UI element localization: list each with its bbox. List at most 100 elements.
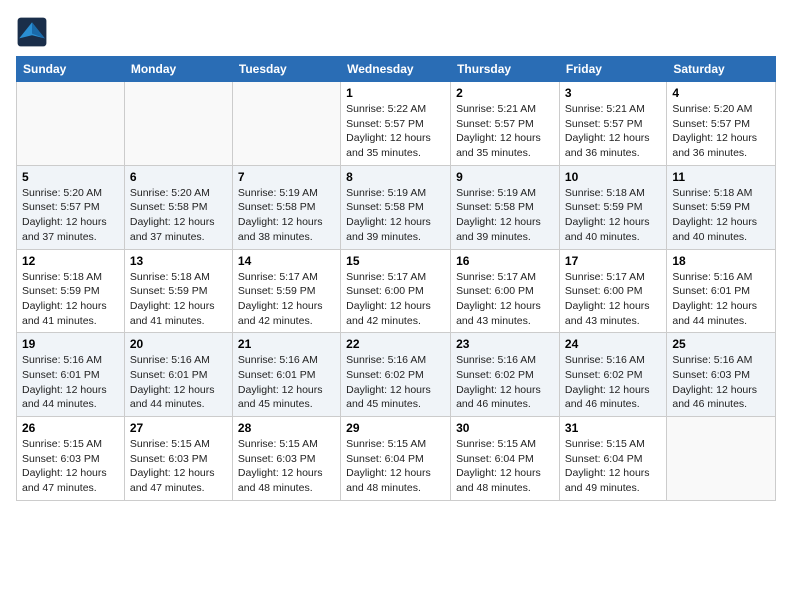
calendar-cell: 10 Sunrise: 5:18 AM Sunset: 5:59 PM Dayli…: [559, 165, 666, 249]
calendar-cell: 22 Sunrise: 5:16 AM Sunset: 6:02 PM Dayli…: [341, 333, 451, 417]
calendar-cell: 24 Sunrise: 5:16 AM Sunset: 6:02 PM Dayli…: [559, 333, 666, 417]
calendar-cell: 23 Sunrise: 5:16 AM Sunset: 6:02 PM Dayli…: [451, 333, 560, 417]
day-info: Sunrise: 5:17 AM Sunset: 6:00 PM Dayligh…: [346, 270, 445, 329]
calendar-cell: 20 Sunrise: 5:16 AM Sunset: 6:01 PM Dayli…: [124, 333, 232, 417]
day-number: 10: [565, 170, 661, 184]
calendar-cell: 13Sunrise: 5:18 AM Sunset: 5:59 PM Dayli…: [124, 249, 232, 333]
calendar-table: SundayMondayTuesdayWednesdayThursdayFrid…: [16, 56, 776, 501]
calendar-header-row: SundayMondayTuesdayWednesdayThursdayFrid…: [17, 57, 776, 82]
calendar-cell: 30 Sunrise: 5:15 AM Sunset: 6:04 PM Dayli…: [451, 417, 560, 501]
calendar-cell: 8 Sunrise: 5:19 AM Sunset: 5:58 PM Daylig…: [341, 165, 451, 249]
day-number: 30: [456, 421, 554, 435]
day-info: Sunrise: 5:16 AM Sunset: 6:03 PM Dayligh…: [672, 353, 770, 412]
calendar-cell: 14 Sunrise: 5:17 AM Sunset: 5:59 PM Dayli…: [232, 249, 340, 333]
day-info: Sunrise: 5:22 AM Sunset: 5:57 PM Dayligh…: [346, 102, 445, 161]
day-number: 8: [346, 170, 445, 184]
day-number: 20: [130, 337, 227, 351]
calendar-cell: 19 Sunrise: 5:16 AM Sunset: 6:01 PM Dayli…: [17, 333, 125, 417]
day-info: Sunrise: 5:21 AM Sunset: 5:57 PM Dayligh…: [456, 102, 554, 161]
day-info: Sunrise: 5:18 AM Sunset: 5:59 PM Dayligh…: [565, 186, 661, 245]
calendar-cell: [232, 82, 340, 166]
calendar-cell: 29 Sunrise: 5:15 AM Sunset: 6:04 PM Dayli…: [341, 417, 451, 501]
page-header: [16, 16, 776, 48]
day-info: Sunrise: 5:19 AM Sunset: 5:58 PM Dayligh…: [346, 186, 445, 245]
calendar-cell: 1 Sunrise: 5:22 AM Sunset: 5:57 PM Daylig…: [341, 82, 451, 166]
day-info: Sunrise: 5:18 AM Sunset: 5:59 PM Dayligh…: [130, 270, 227, 329]
day-number: 22: [346, 337, 445, 351]
day-number: 27: [130, 421, 227, 435]
day-info: Sunrise: 5:17 AM Sunset: 6:00 PM Dayligh…: [456, 270, 554, 329]
day-number: 15: [346, 254, 445, 268]
day-number: 12: [22, 254, 119, 268]
day-number: 9: [456, 170, 554, 184]
day-info: Sunrise: 5:20 AM Sunset: 5:58 PM Dayligh…: [130, 186, 227, 245]
day-info: Sunrise: 5:15 AM Sunset: 6:03 PM Dayligh…: [130, 437, 227, 496]
day-info: Sunrise: 5:18 AM Sunset: 5:59 PM Dayligh…: [22, 270, 119, 329]
weekday-header: Friday: [559, 57, 666, 82]
day-number: 31: [565, 421, 661, 435]
day-number: 16: [456, 254, 554, 268]
calendar-cell: 25 Sunrise: 5:16 AM Sunset: 6:03 PM Dayli…: [667, 333, 776, 417]
day-number: 7: [238, 170, 335, 184]
calendar-cell: 18 Sunrise: 5:16 AM Sunset: 6:01 PM Dayli…: [667, 249, 776, 333]
day-number: 29: [346, 421, 445, 435]
calendar-cell: 4 Sunrise: 5:20 AM Sunset: 5:57 PM Daylig…: [667, 82, 776, 166]
calendar-cell: 2 Sunrise: 5:21 AM Sunset: 5:57 PM Daylig…: [451, 82, 560, 166]
day-info: Sunrise: 5:16 AM Sunset: 6:02 PM Dayligh…: [565, 353, 661, 412]
calendar-cell: 27 Sunrise: 5:15 AM Sunset: 6:03 PM Dayli…: [124, 417, 232, 501]
day-info: Sunrise: 5:21 AM Sunset: 5:57 PM Dayligh…: [565, 102, 661, 161]
day-number: 25: [672, 337, 770, 351]
day-info: Sunrise: 5:16 AM Sunset: 6:02 PM Dayligh…: [456, 353, 554, 412]
weekday-header: Monday: [124, 57, 232, 82]
weekday-header: Saturday: [667, 57, 776, 82]
day-number: 26: [22, 421, 119, 435]
weekday-header: Thursday: [451, 57, 560, 82]
day-info: Sunrise: 5:16 AM Sunset: 6:01 PM Dayligh…: [22, 353, 119, 412]
day-number: 23: [456, 337, 554, 351]
day-info: Sunrise: 5:16 AM Sunset: 6:01 PM Dayligh…: [238, 353, 335, 412]
calendar-cell: 15 Sunrise: 5:17 AM Sunset: 6:00 PM Dayli…: [341, 249, 451, 333]
calendar-cell: [124, 82, 232, 166]
weekday-header: Sunday: [17, 57, 125, 82]
calendar-week-row: 1 Sunrise: 5:22 AM Sunset: 5:57 PM Daylig…: [17, 82, 776, 166]
day-info: Sunrise: 5:16 AM Sunset: 6:01 PM Dayligh…: [672, 270, 770, 329]
day-info: Sunrise: 5:19 AM Sunset: 5:58 PM Dayligh…: [238, 186, 335, 245]
day-number: 4: [672, 86, 770, 100]
calendar-cell: 28Sunrise: 5:15 AM Sunset: 6:03 PM Dayli…: [232, 417, 340, 501]
day-info: Sunrise: 5:19 AM Sunset: 5:58 PM Dayligh…: [456, 186, 554, 245]
day-number: 18: [672, 254, 770, 268]
calendar-cell: 16 Sunrise: 5:17 AM Sunset: 6:00 PM Dayli…: [451, 249, 560, 333]
day-info: Sunrise: 5:15 AM Sunset: 6:04 PM Dayligh…: [346, 437, 445, 496]
day-number: 17: [565, 254, 661, 268]
day-info: Sunrise: 5:15 AM Sunset: 6:04 PM Dayligh…: [456, 437, 554, 496]
day-info: Sunrise: 5:20 AM Sunset: 5:57 PM Dayligh…: [672, 102, 770, 161]
calendar-cell: 6Sunrise: 5:20 AM Sunset: 5:58 PM Daylig…: [124, 165, 232, 249]
day-info: Sunrise: 5:15 AM Sunset: 6:04 PM Dayligh…: [565, 437, 661, 496]
calendar-week-row: 26 Sunrise: 5:15 AM Sunset: 6:03 PM Dayli…: [17, 417, 776, 501]
day-info: Sunrise: 5:17 AM Sunset: 5:59 PM Dayligh…: [238, 270, 335, 329]
day-info: Sunrise: 5:15 AM Sunset: 6:03 PM Dayligh…: [22, 437, 119, 496]
day-info: Sunrise: 5:20 AM Sunset: 5:57 PM Dayligh…: [22, 186, 119, 245]
day-number: 2: [456, 86, 554, 100]
weekday-header: Tuesday: [232, 57, 340, 82]
day-number: 1: [346, 86, 445, 100]
day-number: 5: [22, 170, 119, 184]
day-number: 3: [565, 86, 661, 100]
day-info: Sunrise: 5:16 AM Sunset: 6:02 PM Dayligh…: [346, 353, 445, 412]
day-number: 14: [238, 254, 335, 268]
calendar-cell: [667, 417, 776, 501]
calendar-cell: [17, 82, 125, 166]
calendar-cell: 26 Sunrise: 5:15 AM Sunset: 6:03 PM Dayli…: [17, 417, 125, 501]
day-info: Sunrise: 5:17 AM Sunset: 6:00 PM Dayligh…: [565, 270, 661, 329]
day-number: 21: [238, 337, 335, 351]
logo-icon: [16, 16, 48, 48]
calendar-cell: 12 Sunrise: 5:18 AM Sunset: 5:59 PM Dayli…: [17, 249, 125, 333]
day-info: Sunrise: 5:15 AM Sunset: 6:03 PM Dayligh…: [238, 437, 335, 496]
calendar-cell: 3 Sunrise: 5:21 AM Sunset: 5:57 PM Daylig…: [559, 82, 666, 166]
day-number: 24: [565, 337, 661, 351]
day-number: 19: [22, 337, 119, 351]
calendar-cell: 9 Sunrise: 5:19 AM Sunset: 5:58 PM Daylig…: [451, 165, 560, 249]
calendar-cell: 7 Sunrise: 5:19 AM Sunset: 5:58 PM Daylig…: [232, 165, 340, 249]
calendar-cell: 5 Sunrise: 5:20 AM Sunset: 5:57 PM Daylig…: [17, 165, 125, 249]
day-info: Sunrise: 5:16 AM Sunset: 6:01 PM Dayligh…: [130, 353, 227, 412]
